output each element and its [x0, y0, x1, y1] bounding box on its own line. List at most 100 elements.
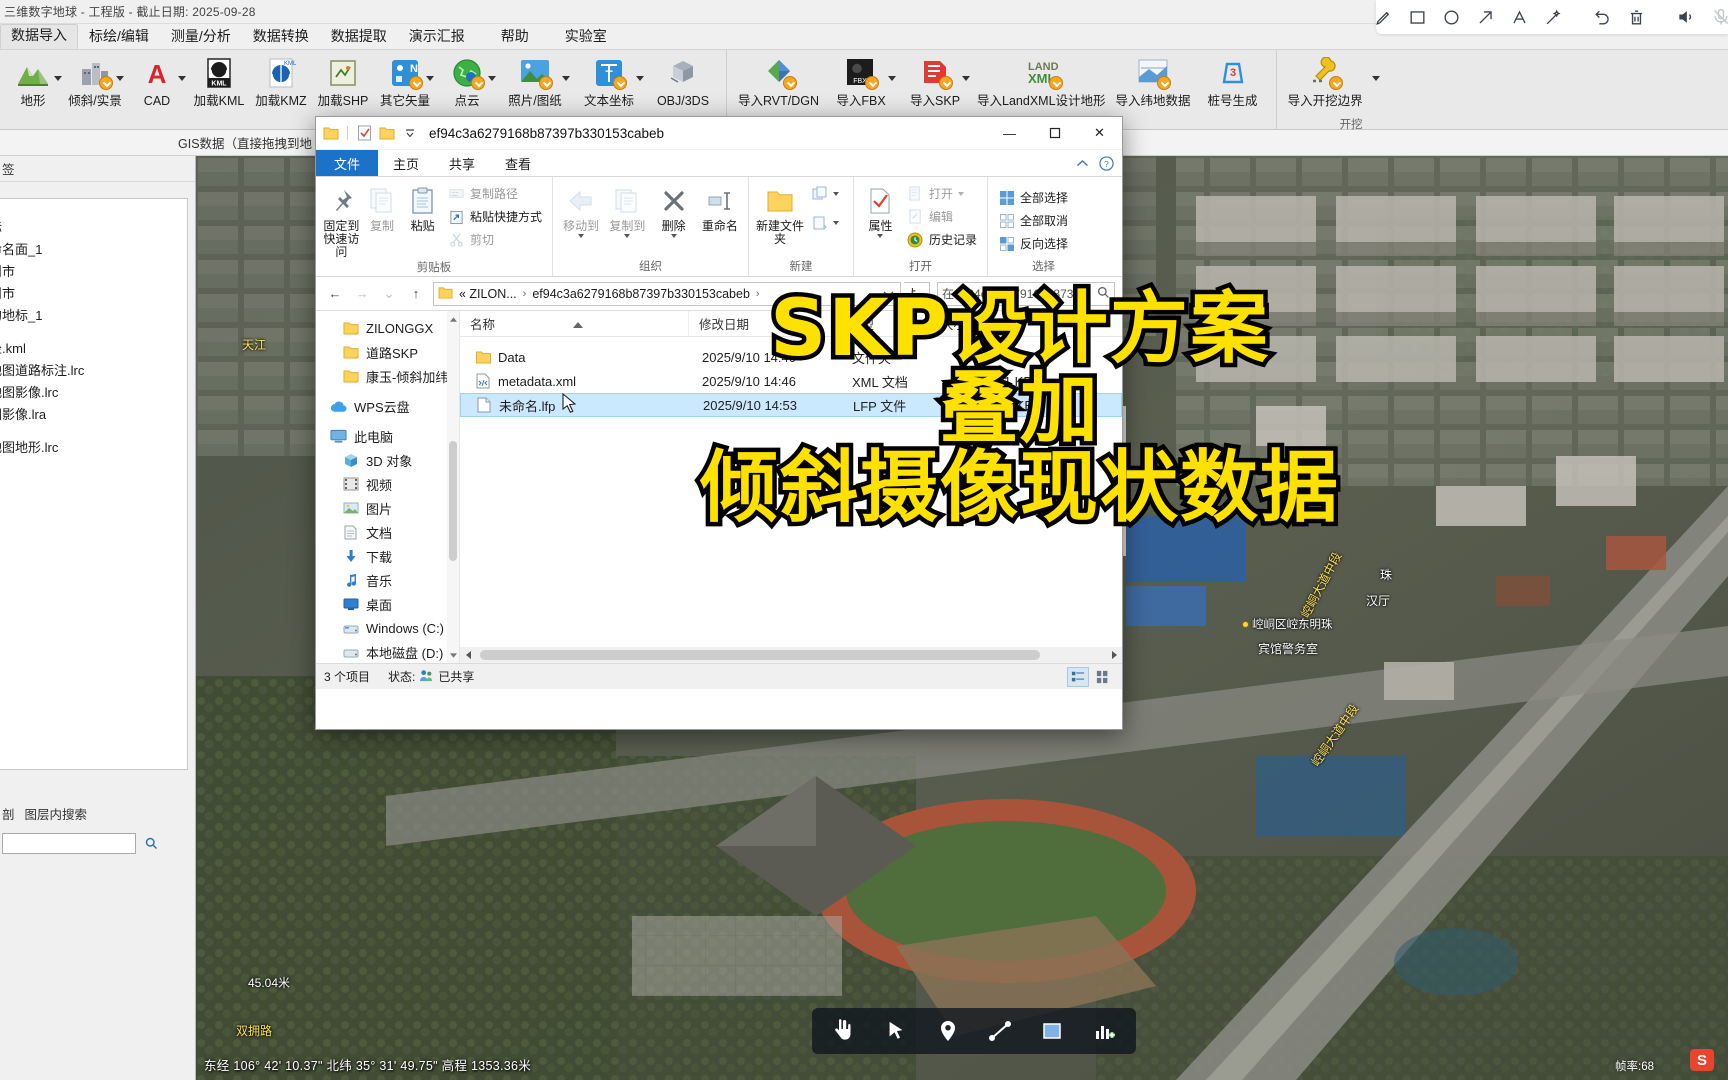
layer-tree-item[interactable]: 州市	[0, 283, 187, 305]
tab-file[interactable]: 文件	[316, 150, 379, 176]
chevron-down-icon[interactable]	[888, 76, 897, 81]
nav-item-documents[interactable]: 文档	[316, 520, 459, 544]
navigation-pane-scrollbar[interactable]	[447, 311, 459, 663]
table-row[interactable]: metadata.xml 2025/9/10 14:46 XML 文档 1 KB	[460, 369, 1122, 393]
chevron-down-icon[interactable]	[54, 76, 62, 81]
speaker-icon[interactable]	[1676, 7, 1696, 27]
chevron-down-icon[interactable]	[833, 192, 839, 196]
layer-tree[interactable]: 标 命名面_1 州市 州市 的地标_1 坐.kml 地图道路标注.lrc 地图影…	[0, 198, 188, 770]
folder-icon[interactable]	[322, 124, 340, 142]
explorer-titlebar[interactable]: ef94c3a6279168b87397b330153cabeb — ✕	[316, 117, 1122, 150]
copy-to-button[interactable]: 复制到	[604, 181, 650, 238]
layer-tree-item[interactable]: 命名面_1	[0, 239, 187, 261]
nav-item-music[interactable]: 音乐	[316, 568, 459, 592]
menu-tab-presentation[interactable]: 演示汇报	[398, 25, 476, 49]
chevron-down-icon[interactable]	[958, 192, 964, 196]
chevron-down-icon[interactable]	[1371, 76, 1380, 81]
nav-item-zilonggx[interactable]: ZILONGGX	[316, 316, 459, 340]
breadcrumb-item-parent[interactable]: « ZILON...	[457, 287, 519, 301]
table-row[interactable]: 未命名.lfp 2025/9/10 14:53 LFP 文件 1 KB	[460, 393, 1122, 417]
layer-search-input[interactable]	[2, 833, 136, 854]
cut-button[interactable]: 剪切	[445, 229, 545, 250]
chevron-down-icon[interactable]	[488, 76, 496, 81]
file-list-header[interactable]: 名称 修改日期 类型 大小	[460, 310, 1122, 337]
scroll-down-icon[interactable]	[449, 649, 457, 661]
ribbon-button-other-vector[interactable]: N 其它矢量	[374, 50, 436, 122]
search-icon[interactable]	[142, 835, 160, 853]
chevron-down-icon[interactable]	[116, 76, 124, 81]
invert-selection-button[interactable]: 反向选择	[995, 233, 1071, 254]
ribbon-button-import-weidi[interactable]: 导入纬地数据	[1111, 50, 1196, 122]
delete-button[interactable]: 删除	[651, 181, 697, 238]
layers-panel-tab[interactable]: 签	[0, 156, 195, 182]
quick-access-toolbar[interactable]	[322, 124, 419, 142]
help-icon[interactable]: ?	[1098, 155, 1114, 171]
pen-icon[interactable]	[1374, 7, 1393, 27]
paste-button[interactable]: 粘贴	[402, 181, 443, 233]
place-marker-icon[interactable]	[928, 1013, 968, 1049]
pan-hand-icon[interactable]	[824, 1013, 864, 1049]
file-list-horizontal-scrollbar[interactable]	[460, 647, 1122, 663]
scrollbar-thumb[interactable]	[449, 441, 457, 561]
table-row[interactable]: Data 2025/9/10 14:40 文件夹	[460, 345, 1122, 369]
scroll-up-icon[interactable]	[449, 313, 457, 325]
scroll-left-icon[interactable]	[460, 647, 476, 663]
layer-tree-item[interactable]: 州市	[0, 261, 187, 283]
open-button[interactable]: 打开	[904, 183, 980, 204]
chevron-down-icon[interactable]	[426, 76, 434, 81]
ribbon-button-obj3ds[interactable]: OBJ/3DS	[646, 50, 720, 122]
map-poi[interactable]: 崆峒区崆东明珠	[1242, 616, 1333, 632]
nav-item-desktop[interactable]: 桌面	[316, 592, 459, 616]
copy-button[interactable]: 复制	[362, 181, 403, 233]
maximize-button[interactable]	[1032, 117, 1077, 150]
ribbon-button-text-coordinate[interactable]: T 文本坐标	[572, 50, 646, 122]
layer-tree-item[interactable]: 地图道路标注.lrc	[0, 360, 187, 382]
ribbon-button-import-landxml[interactable]: LAND XML 导入LandXML设计地形	[972, 50, 1111, 122]
trash-icon[interactable]	[1627, 7, 1646, 27]
undo-icon[interactable]	[1593, 7, 1612, 27]
nav-item-videos[interactable]: 视频	[316, 472, 459, 496]
nav-item-windows-c[interactable]: Windows (C:)	[316, 616, 459, 640]
nav-item-kangyu[interactable]: 康玉-倾斜加纬地	[316, 364, 459, 388]
chevron-down-icon[interactable]	[636, 76, 644, 81]
rectangle-icon[interactable]	[1408, 7, 1427, 27]
menu-tab-measure-analyze[interactable]: 测量/分析	[160, 25, 242, 49]
select-cursor-icon[interactable]	[876, 1013, 916, 1049]
explorer-ribbon-tabs[interactable]: 文件 主页 共享 查看 ?	[316, 150, 1122, 176]
scrollbar-track[interactable]	[476, 647, 1106, 663]
ribbon-button-import-fbx[interactable]: FBX 导入FBX	[824, 50, 898, 122]
breadcrumb[interactable]: « ZILON... › ef94c3a6279168b87397b330153…	[433, 281, 901, 306]
refresh-button[interactable]	[904, 281, 930, 306]
ribbon-button-pointcloud[interactable]: 点云	[436, 50, 498, 122]
breadcrumb-item-current[interactable]: ef94c3a6279168b87397b330153cabeb	[530, 287, 752, 301]
tab-home[interactable]: 主页	[378, 150, 434, 176]
paste-shortcut-button[interactable]: 粘贴快捷方式	[445, 206, 545, 227]
chart-bar-icon[interactable]	[1084, 1013, 1124, 1049]
tab-view[interactable]: 查看	[490, 150, 546, 176]
ribbon-button-import-excavation-boundary[interactable]: 导入开挖边界	[1283, 50, 1380, 122]
ribbon-button-load-kmz[interactable]: KML 加载KMZ	[250, 50, 312, 122]
details-view-icon[interactable]	[1067, 666, 1089, 687]
chevron-down-icon[interactable]	[562, 76, 570, 81]
close-button[interactable]: ✕	[1077, 117, 1122, 150]
nav-item-pictures[interactable]: 图片	[316, 496, 459, 520]
mic-muted-icon[interactable]	[1711, 7, 1728, 27]
ribbon-button-cad[interactable]: A CAD	[126, 50, 188, 122]
edit-button[interactable]: 编辑	[904, 206, 980, 227]
chevron-down-icon[interactable]	[670, 234, 677, 238]
menu-tab-data-extract[interactable]: 数据提取	[320, 25, 398, 49]
select-all-button[interactable]: 全部选择	[995, 187, 1071, 208]
magic-wand-icon[interactable]	[1544, 7, 1563, 27]
select-none-button[interactable]: 全部取消	[995, 210, 1071, 231]
new-item-button[interactable]	[808, 183, 842, 204]
nav-item-this-pc[interactable]: 此电脑	[316, 424, 459, 448]
new-folder-icon[interactable]	[378, 124, 396, 142]
ribbon-button-load-kml[interactable]: KML 加载KML	[188, 50, 250, 122]
nav-item-3d-objects[interactable]: 3D 对象	[316, 448, 459, 472]
search-input[interactable]: 在 ef94c3a6279168b87397...	[937, 281, 1115, 306]
pin-to-quick-access-button[interactable]: 固定到快速访问	[321, 181, 362, 259]
nav-item-road-skp[interactable]: 道路SKP	[316, 340, 459, 364]
ribbon-button-import-skp[interactable]: 导入SKP	[898, 50, 972, 122]
new-folder-button[interactable]: 新建文件夹	[754, 181, 806, 246]
ribbon-button-photo-drawing[interactable]: 照片/图纸	[498, 50, 572, 122]
